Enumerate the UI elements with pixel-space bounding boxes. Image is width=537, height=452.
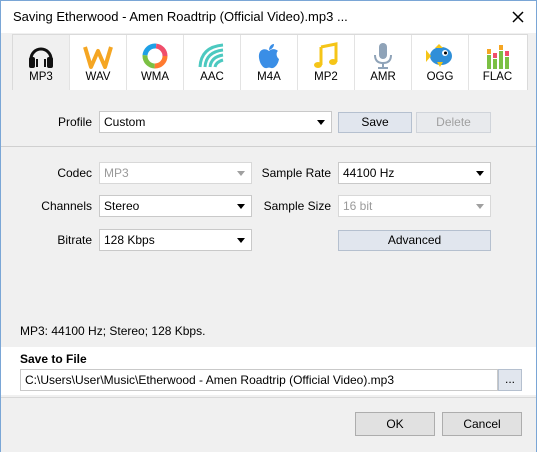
wav-icon: [83, 46, 113, 69]
headphones-icon: [29, 47, 53, 68]
chevron-down-icon: [476, 171, 484, 176]
tab-label: AMR: [370, 71, 396, 83]
tab-label: WMA: [140, 71, 170, 83]
aac-icon: [198, 43, 224, 68]
apple-icon: [258, 44, 279, 69]
browse-button[interactable]: ...: [498, 369, 522, 391]
bitrate-label: Bitrate: [57, 233, 92, 247]
chevron-down-icon: [476, 204, 484, 209]
profile-label: Profile: [57, 115, 92, 129]
tab-label: OGG: [426, 71, 454, 83]
chevron-down-icon: [317, 120, 325, 125]
tab-label: AAC: [200, 71, 224, 83]
profile-select[interactable]: Custom: [99, 111, 332, 133]
tab-aac[interactable]: AAC: [184, 35, 241, 91]
tab-mp2[interactable]: MP2: [298, 35, 355, 91]
channels-select[interactable]: Stereo: [99, 195, 252, 217]
codec-value: MP3: [104, 166, 129, 180]
save-dialog: Saving Etherwood - Amen Roadtrip (Offici…: [0, 0, 537, 452]
equalizer-icon: [486, 45, 509, 69]
tab-label: FLAC: [482, 71, 513, 83]
sample-size-select[interactable]: 16 bit: [338, 195, 491, 217]
codec-select[interactable]: MP3: [99, 162, 252, 184]
window-title: Saving Etherwood - Amen Roadtrip (Offici…: [13, 9, 348, 24]
sample-size-value: 16 bit: [343, 199, 373, 213]
dialog-footer: OK Cancel: [1, 397, 536, 452]
tab-flac[interactable]: FLAC: [469, 35, 526, 91]
delete-profile-button[interactable]: Delete: [416, 112, 491, 133]
codec-label: Codec: [57, 166, 92, 180]
sample-rate-label: Sample Rate: [261, 166, 331, 180]
profile-value: Custom: [104, 115, 146, 129]
tab-ogg[interactable]: OGG: [412, 35, 469, 91]
wma-icon: [142, 43, 168, 69]
tab-label: MP3: [29, 71, 53, 83]
tab-m4a[interactable]: M4A: [241, 35, 298, 91]
tab-wav[interactable]: WAV: [70, 35, 127, 91]
chevron-down-icon: [237, 238, 245, 243]
tab-label: WAV: [85, 71, 111, 83]
save-to-file-section: Save to File C:\Users\User\Music\Etherwo…: [1, 347, 536, 395]
chevron-down-icon: [237, 171, 245, 176]
cancel-button[interactable]: Cancel: [442, 412, 522, 436]
channels-label: Channels: [41, 199, 92, 213]
save-to-file-title: Save to File: [20, 352, 87, 366]
format-tabs: MP3 WAV WMA AAC M4A MP2 AMR OGG FLAC: [12, 34, 528, 91]
sample-rate-value: 44100 Hz: [343, 166, 395, 180]
tab-label: M4A: [257, 71, 281, 83]
close-button[interactable]: [506, 5, 530, 29]
tab-label: MP2: [314, 71, 338, 83]
music-note-icon: [314, 42, 338, 68]
bitrate-value: 128 Kbps: [104, 233, 155, 247]
bitrate-select[interactable]: 128 Kbps: [99, 229, 252, 251]
close-icon: [512, 11, 524, 23]
channels-value: Stereo: [104, 199, 140, 213]
tab-mp3[interactable]: MP3: [13, 35, 70, 91]
divider: [1, 146, 536, 147]
chevron-down-icon: [237, 204, 245, 209]
title-bar: Saving Etherwood - Amen Roadtrip (Offici…: [1, 1, 536, 33]
sample-size-label: Sample Size: [263, 199, 331, 213]
advanced-button[interactable]: Advanced: [338, 230, 491, 251]
output-path-field[interactable]: C:\Users\User\Music\Etherwood - Amen Roa…: [20, 369, 498, 391]
microphone-icon: [374, 43, 392, 69]
format-summary: MP3: 44100 Hz; Stereo; 128 Kbps.: [20, 324, 206, 338]
fish-icon: [426, 44, 452, 67]
tab-amr[interactable]: AMR: [355, 35, 412, 91]
save-profile-button[interactable]: Save: [338, 112, 412, 133]
tab-wma[interactable]: WMA: [127, 35, 184, 91]
sample-rate-select[interactable]: 44100 Hz: [338, 162, 491, 184]
ok-button[interactable]: OK: [355, 412, 435, 436]
